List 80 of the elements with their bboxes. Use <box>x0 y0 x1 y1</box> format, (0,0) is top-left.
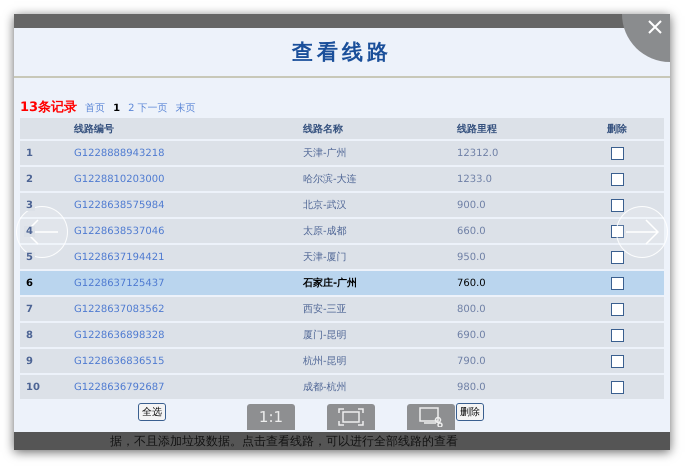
delete-checkbox[interactable] <box>610 250 624 264</box>
table-row[interactable]: 9 G1228636836515 杭州-昆明 790.0 <box>20 349 664 373</box>
route-name: 天津-厦门 <box>303 250 347 264</box>
delete-checkbox[interactable] <box>610 172 624 186</box>
fit-screen-icon <box>338 408 364 426</box>
delete-button[interactable]: 删除 <box>456 403 484 421</box>
delete-checkbox[interactable] <box>610 302 624 316</box>
route-code-link[interactable]: G1228638537046 <box>74 226 164 236</box>
route-name: 西安-三亚 <box>303 302 347 316</box>
table-row[interactable]: 3 G1228638575984 北京-武汉 900.0 <box>20 193 664 217</box>
route-distance: 900.0 <box>457 200 486 210</box>
table-row[interactable]: 4 G1228638537046 太原-成都 660.0 <box>20 219 664 243</box>
fit-button[interactable] <box>327 404 375 430</box>
table-row[interactable]: 5 G1228637194421 天津-厦门 950.0 <box>20 245 664 269</box>
route-name: 哈尔滨-大连 <box>303 172 357 186</box>
route-code-link[interactable]: G1228637083562 <box>74 304 164 314</box>
table-row[interactable]: 1 G1228888943218 天津-广州 12312.0 <box>20 141 664 165</box>
route-name: 厦门-昆明 <box>303 328 347 342</box>
actual-size-button[interactable]: 1:1 <box>247 404 295 430</box>
screenshot-button[interactable] <box>407 404 455 430</box>
row-number: 7 <box>24 304 35 314</box>
table-row[interactable]: 8 G1228636898328 厦门-昆明 690.0 <box>20 323 664 347</box>
route-code-link[interactable]: G1228636792687 <box>74 382 164 392</box>
select-all-button[interactable]: 全选 <box>138 403 166 421</box>
route-code-link[interactable]: G1228637125437 <box>74 278 164 288</box>
row-number: 5 <box>24 252 35 262</box>
row-number: 9 <box>24 356 35 366</box>
route-code-link[interactable]: G1228636836515 <box>74 356 164 366</box>
delete-checkbox[interactable] <box>610 198 624 212</box>
route-name: 天津-广州 <box>303 146 347 160</box>
dialog-title: 查看线路 <box>292 38 392 66</box>
row-number: 1 <box>24 148 35 158</box>
table-row[interactable]: 6 G1228637125437 石家庄-广州 760.0 <box>20 271 664 295</box>
route-name: 北京-武汉 <box>303 198 347 212</box>
close-icon <box>648 20 662 34</box>
column-header: 删除 <box>607 122 627 136</box>
delete-checkbox[interactable] <box>610 354 624 368</box>
table-row[interactable]: 7 G1228637083562 西安-三亚 800.0 <box>20 297 664 321</box>
right-arrow-icon <box>625 219 659 245</box>
column-header: 线路里程 <box>457 122 497 136</box>
background-text: 据，不且添加垃圾数据。点击查看线路，可以进行全部线路的查看 <box>110 432 458 450</box>
record-count: 13条记录 <box>20 99 78 116</box>
column-header: 线路编号 <box>74 122 114 136</box>
route-code-link[interactable]: G1228636898328 <box>74 330 164 340</box>
route-code-link[interactable]: G1228638575984 <box>74 200 164 210</box>
delete-checkbox[interactable] <box>610 276 624 290</box>
route-distance: 1233.0 <box>457 174 492 184</box>
route-distance: 690.0 <box>457 330 486 340</box>
route-distance: 12312.0 <box>457 148 498 158</box>
row-number: 8 <box>24 330 35 340</box>
current-page: 1 <box>113 103 120 114</box>
delete-checkbox[interactable] <box>610 380 624 394</box>
column-header: 线路名称 <box>303 122 343 136</box>
delete-checkbox[interactable] <box>610 146 624 160</box>
row-number: 10 <box>24 382 42 392</box>
row-number: 6 <box>24 278 35 288</box>
route-distance: 950.0 <box>457 252 486 262</box>
route-code-link[interactable]: G1228637194421 <box>74 252 164 262</box>
route-name: 成都-杭州 <box>303 380 347 394</box>
last-page-link[interactable]: 末页 <box>176 101 196 115</box>
route-name: 石家庄-广州 <box>303 276 358 290</box>
delete-checkbox[interactable] <box>610 328 624 342</box>
route-code-link[interactable]: G1228810203000 <box>74 174 164 184</box>
route-code-link[interactable]: G1228888943218 <box>74 148 164 158</box>
next-page-link[interactable]: 2 下一页 <box>128 101 168 115</box>
route-name: 太原-成都 <box>303 224 347 238</box>
table-row[interactable]: 10 G1228636792687 成都-杭州 980.0 <box>20 375 664 399</box>
table-row[interactable]: 2 G1228810203000 哈尔滨-大连 1233.0 <box>20 167 664 191</box>
row-number: 4 <box>24 226 35 236</box>
route-distance: 790.0 <box>457 356 486 366</box>
scissors-screen-icon <box>418 407 444 427</box>
route-distance: 760.0 <box>457 278 486 288</box>
route-distance: 800.0 <box>457 304 486 314</box>
route-distance: 980.0 <box>457 382 486 392</box>
delete-checkbox[interactable] <box>610 224 624 238</box>
row-number: 2 <box>24 174 35 184</box>
route-distance: 660.0 <box>457 226 486 236</box>
first-page-link[interactable]: 首页 <box>85 101 106 115</box>
route-name: 杭州-昆明 <box>303 354 347 368</box>
row-number: 3 <box>24 200 35 210</box>
